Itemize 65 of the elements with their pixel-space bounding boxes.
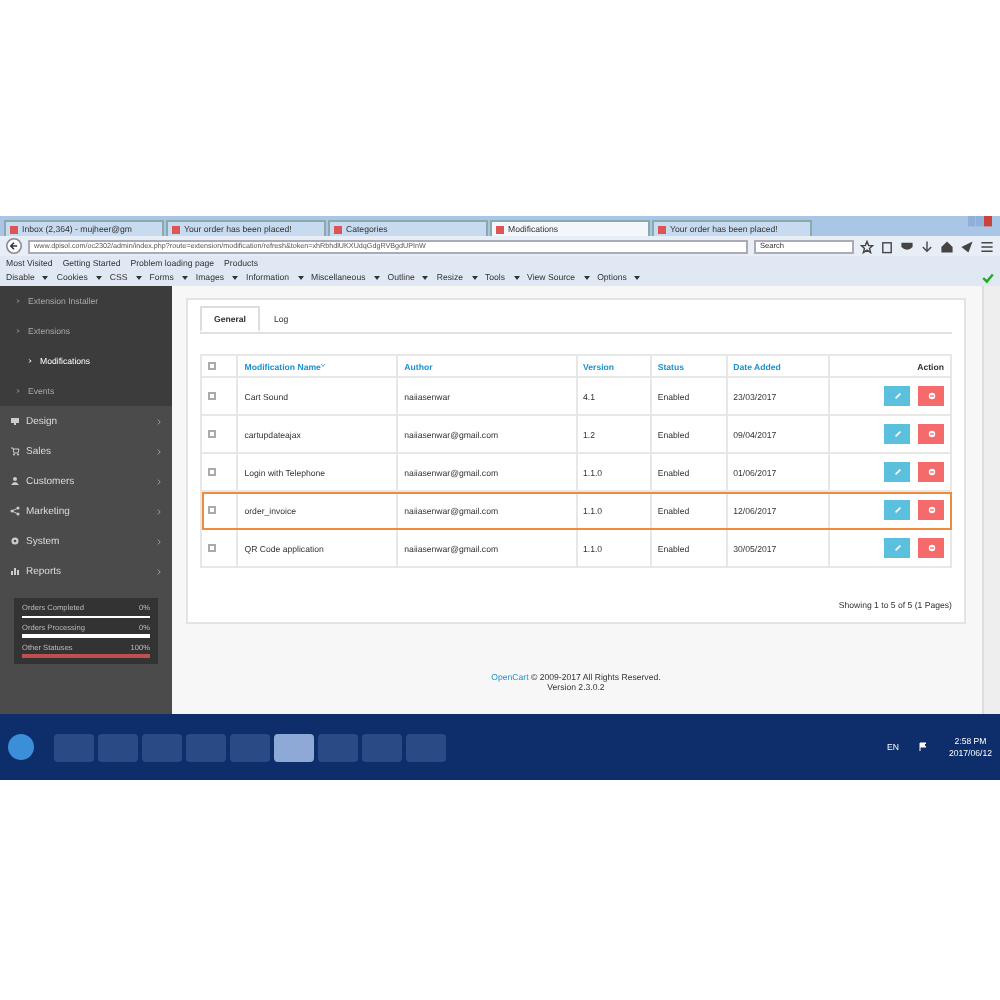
delete-button[interactable] [918,424,944,445]
cart-icon [10,446,20,456]
row-checkbox[interactable] [208,391,216,400]
chevron-icon [156,567,162,575]
caret-icon [634,276,641,280]
edit-button[interactable] [884,538,910,559]
delete-button[interactable] [918,500,944,521]
scrollbar[interactable] [982,286,1000,714]
minus-circle-icon [927,392,935,401]
edit-button[interactable] [884,424,910,445]
pencil-icon [893,430,901,439]
flag-icon[interactable] [918,742,929,752]
caret-icon [513,276,520,280]
start-button[interactable] [8,734,34,760]
taskbar-app-icon[interactable] [274,733,314,761]
pencil-icon [893,544,901,553]
minus-circle-icon [927,506,935,515]
edit-button[interactable] [884,462,910,483]
row-checkbox[interactable] [208,543,216,552]
page-icon [334,225,342,233]
caret-icon [95,276,102,280]
page-icon [658,225,666,233]
caret-icon [373,276,380,280]
page-icon [496,225,504,233]
person-icon [10,476,20,486]
chart-icon [10,566,20,576]
caret-icon [42,276,49,280]
page-icon [10,225,18,233]
star-icon[interactable] [860,239,874,253]
caret-icon [232,276,238,280]
page-icon [172,225,180,233]
pencil-icon [893,506,901,515]
chevron-icon [156,507,162,515]
chevron-icon [156,417,162,425]
caret-icon [181,276,188,280]
sort-caret-icon [320,364,327,369]
caret-icon [135,276,142,280]
edit-button[interactable] [884,386,910,407]
gear-icon [10,536,20,546]
back-icon[interactable] [6,238,22,254]
chevron-icon [156,447,162,455]
edit-button[interactable] [884,500,910,521]
share-icon [10,506,20,516]
caret-icon [471,276,477,280]
minus-circle-icon [927,544,935,553]
menu-icon[interactable] [980,239,994,253]
pencil-icon [893,392,901,401]
select-all-checkbox[interactable] [208,361,216,370]
row-checkbox[interactable] [208,505,216,514]
check-icon [982,272,994,284]
delete-button[interactable] [918,386,944,407]
delete-button[interactable] [918,462,944,483]
row-checkbox[interactable] [208,429,216,438]
caret-icon [422,276,429,280]
pencil-icon [893,468,901,477]
caret-icon [583,276,590,280]
minus-circle-icon [927,430,935,439]
chevron-icon [156,537,162,545]
row-checkbox[interactable] [208,467,216,476]
monitor-icon [10,416,20,426]
caret-icon [297,276,303,280]
download-icon[interactable] [920,239,934,253]
delete-button[interactable] [918,538,944,559]
minus-circle-icon [927,468,935,477]
chevron-icon [156,477,162,485]
